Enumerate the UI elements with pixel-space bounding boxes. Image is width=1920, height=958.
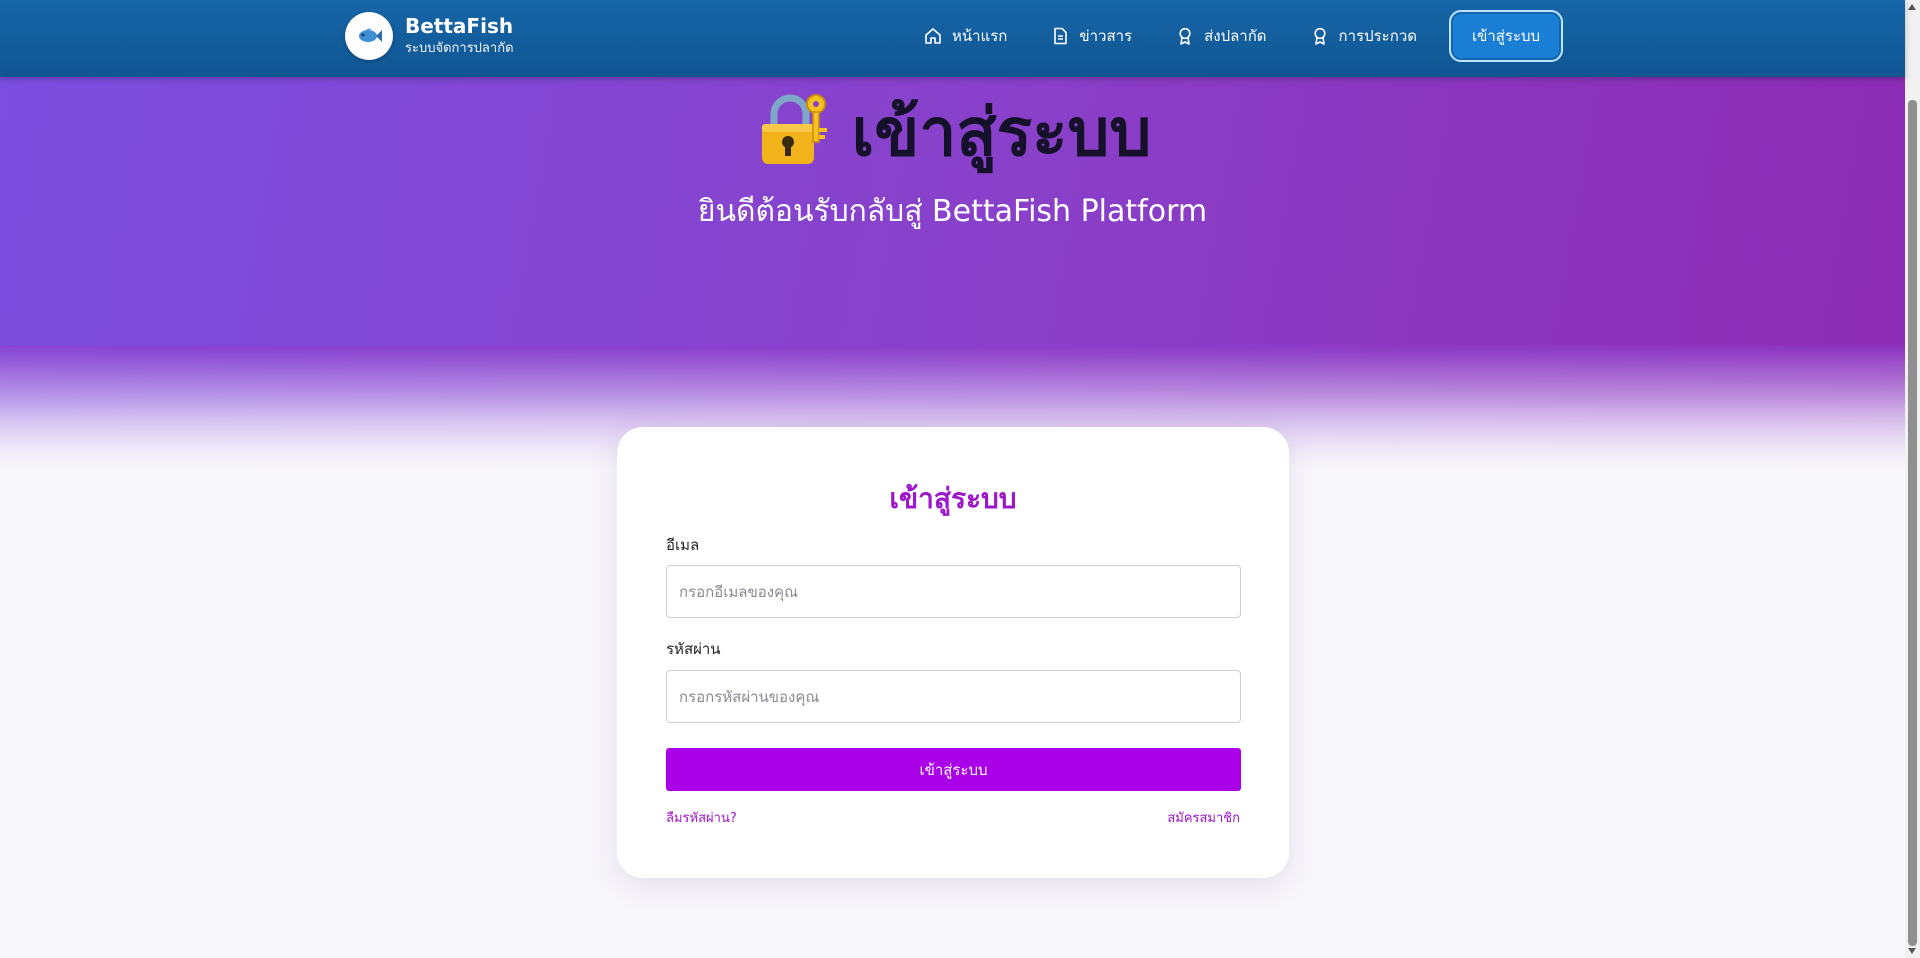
hero-subtitle: ยินดีต้อนรับกลับสู่ BettaFish Platform [697, 194, 1208, 229]
login-button[interactable]: เข้าสู่ระบบ [1449, 10, 1563, 62]
email-field[interactable] [666, 565, 1241, 618]
page-scrollbar[interactable] [1905, 0, 1920, 958]
nav-home-label: หน้าแรก [951, 27, 1008, 45]
password-label: รหัสผ่าน [666, 640, 721, 658]
fish-icon [345, 12, 393, 60]
award-icon [1313, 27, 1326, 45]
top-navbar: BettaFish ระบบจัดการปลากัด หน้าแรก ข่าวส… [0, 0, 1905, 77]
nav-home[interactable]: หน้าแรก [906, 10, 1025, 62]
document-icon [1054, 27, 1068, 45]
brand[interactable]: BettaFish ระบบจัดการปลากัด [345, 12, 514, 60]
lock-key-icon [754, 88, 834, 186]
award-icon [1179, 27, 1191, 45]
nav-news[interactable]: ข่าวสาร [1033, 10, 1150, 62]
register-link[interactable]: สมัครสมาชิก [1167, 807, 1240, 828]
nav-submit-fish-label: ส่งปลากัด [1204, 27, 1267, 45]
scroll-down-arrow-icon[interactable] [1908, 948, 1916, 954]
main-nav: หน้าแรก ข่าวสาร ส่งปลากัด การประกวด เข้า… [898, 10, 1563, 62]
hero-title-text: เข้าสู่ระบบ [851, 94, 1152, 172]
hero-title: เข้าสู่ระบบ [0, 88, 1905, 186]
brand-title: BettaFish [405, 14, 514, 38]
brand-subtitle: ระบบจัดการปลากัด [405, 41, 514, 56]
nav-contest[interactable]: การประกวด [1293, 10, 1435, 62]
password-field[interactable] [666, 670, 1241, 723]
forgot-password-link[interactable]: ลืมรหัสผ่าน? [666, 807, 737, 828]
scroll-up-arrow-icon[interactable] [1908, 4, 1916, 10]
home-icon [925, 28, 941, 44]
nav-news-label: ข่าวสาร [1079, 27, 1133, 45]
submit-login-button[interactable]: เข้าสู่ระบบ [666, 748, 1241, 791]
login-card: เข้าสู่ระบบ อีเมล รหัสผ่าน เข้าสู่ระบบ ล… [617, 427, 1289, 878]
nav-contest-label: การประกวด [1338, 27, 1417, 45]
email-label: อีเมล [666, 536, 700, 554]
login-form-title: เข้าสู่ระบบ [889, 482, 1017, 515]
scroll-thumb[interactable] [1908, 100, 1917, 946]
nav-submit-fish[interactable]: ส่งปลากัด [1158, 10, 1284, 62]
